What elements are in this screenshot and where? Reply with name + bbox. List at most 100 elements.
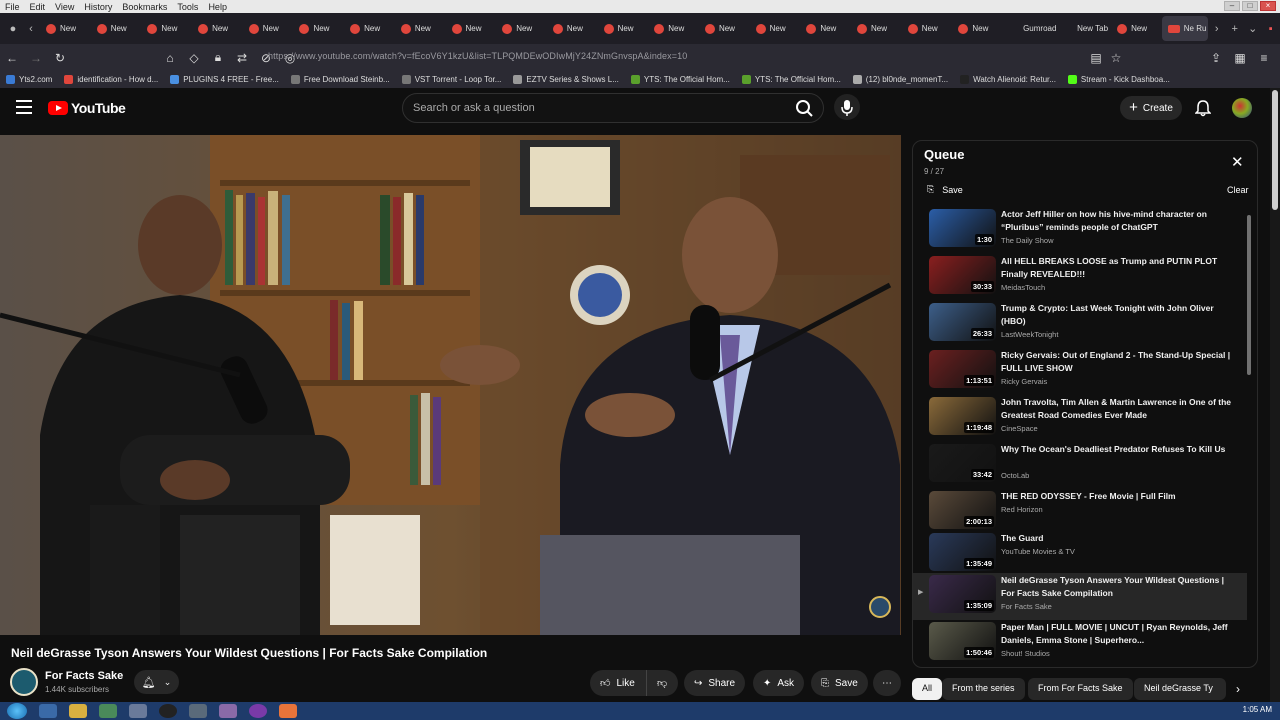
filter-chip[interactable]: All xyxy=(912,678,943,700)
reload-icon[interactable]: ↻ xyxy=(48,51,72,65)
queue-item-title[interactable]: Trump & Crypto: Last Week Tonight with J… xyxy=(1001,302,1235,327)
queue-item[interactable]: 1:35:49 The Guard YouTube Movies & TV xyxy=(913,531,1247,578)
bookmark-item[interactable]: Stream - Kick Dashboa... xyxy=(1067,75,1170,84)
tab[interactable]: New xyxy=(192,16,243,41)
queue-item-thumbnail[interactable]: 1:13:51 xyxy=(929,350,996,388)
bookmark-item[interactable]: Free Download Steinb... xyxy=(290,75,390,84)
voice-search-button[interactable] xyxy=(834,94,860,120)
taskbar-firefox-icon[interactable] xyxy=(279,704,297,718)
queue-item-thumbnail[interactable]: 2:00:13 xyxy=(929,491,996,529)
queue-item[interactable]: 1:19:48 John Travolta, Tim Allen & Martin… xyxy=(913,395,1247,442)
bookmark-item[interactable]: (12) bl0nde_momenT... xyxy=(852,75,948,84)
more-actions-button[interactable]: ⋯ xyxy=(873,670,901,696)
queue-item-thumbnail[interactable]: 1:19:48 xyxy=(929,397,996,435)
queue-item-thumbnail[interactable]: 1:50:46 xyxy=(929,622,996,660)
queue-item-thumbnail[interactable]: 26:33 xyxy=(929,303,996,341)
queue-item-title[interactable]: Paper Man | FULL MOVIE | UNCUT | Ryan Re… xyxy=(1001,621,1235,646)
bookmark-item[interactable]: Watch Alienoid: Retur... xyxy=(960,75,1056,84)
taskbar-app4-icon[interactable] xyxy=(249,704,267,718)
menu-file[interactable]: File xyxy=(0,2,25,12)
menu-help[interactable]: Help xyxy=(203,2,232,12)
dislike-button[interactable]: 👎︎ xyxy=(646,670,678,696)
queue-item[interactable]: 30:33 All HELL BREAKS LOOSE as Trump and … xyxy=(913,254,1247,301)
tab[interactable]: New xyxy=(952,16,1003,41)
app-menu-icon[interactable]: ≡ xyxy=(1252,51,1276,65)
queue-item[interactable]: 2:00:13 THE RED ODYSSEY - Free Movie | Fu… xyxy=(913,489,1247,536)
start-button[interactable] xyxy=(7,703,27,719)
queue-item-thumbnail[interactable]: 1:30 xyxy=(929,209,996,247)
extension-icon[interactable]: ▪ xyxy=(1262,23,1280,35)
minimize-button[interactable]: – xyxy=(1224,1,1240,11)
queue-item-title[interactable]: Actor Jeff Hiller on how his hive-mind c… xyxy=(1001,208,1235,233)
menu-view[interactable]: View xyxy=(50,2,79,12)
extension-button-icon[interactable]: ▦ xyxy=(1228,51,1252,65)
tab[interactable]: Gumroad xyxy=(1003,16,1057,41)
bookmark-item[interactable]: YTS: The Official Hom... xyxy=(741,75,841,84)
queue-item-title[interactable]: All HELL BREAKS LOOSE as Trump and PUTIN… xyxy=(1001,255,1235,280)
youtube-logo[interactable]: YouTube xyxy=(48,100,126,116)
share-button[interactable]: ↪ Share xyxy=(684,670,746,696)
taskbar-tool-icon[interactable] xyxy=(189,704,207,718)
tab[interactable]: New xyxy=(243,16,294,41)
taskbar-media-icon[interactable] xyxy=(159,704,177,718)
queue-item-thumbnail[interactable]: 1:35:09 xyxy=(929,575,996,613)
taskbar-explorer-icon[interactable] xyxy=(69,704,87,718)
back-icon[interactable]: ← xyxy=(0,51,24,65)
subscription-bell-button[interactable]: 🔔︎ ⌄ xyxy=(134,670,179,694)
tab[interactable]: New xyxy=(293,16,344,41)
queue-item-title[interactable]: The Guard xyxy=(1001,532,1235,545)
queue-scrollbar[interactable] xyxy=(1247,215,1251,375)
queue-item-thumbnail[interactable]: 30:33 xyxy=(929,256,996,294)
channel-avatar[interactable] xyxy=(10,668,38,696)
tab[interactable]: New xyxy=(1111,16,1162,41)
close-window-button[interactable]: × xyxy=(1260,1,1276,11)
bookmark-item[interactable]: EZTV Series & Shows L... xyxy=(513,75,619,84)
filter-chip[interactable]: From the series xyxy=(942,678,1025,700)
account-avatar[interactable] xyxy=(1232,98,1252,118)
video-player[interactable] xyxy=(0,135,901,635)
bookmark-item[interactable]: Yts2.com xyxy=(6,75,52,84)
url-bar[interactable]: https://www.youtube.com/watch?v=fEcoV6Y1… xyxy=(268,51,687,61)
filter-chip[interactable]: From For Facts Sake xyxy=(1028,678,1133,700)
taskbar-ie-icon[interactable] xyxy=(39,704,57,718)
tab[interactable]: New xyxy=(800,16,851,41)
menu-bookmarks[interactable]: Bookmarks xyxy=(117,2,172,12)
home-icon[interactable]: ⌂ xyxy=(158,51,182,65)
bookmark-item[interactable]: identification - How d... xyxy=(64,75,158,84)
queue-item-title[interactable]: John Travolta, Tim Allen & Martin Lawren… xyxy=(1001,396,1235,421)
pocket-icon[interactable]: ⇪ xyxy=(1204,51,1228,65)
tab[interactable]: New xyxy=(902,16,953,41)
tracking-shield-icon[interactable]: ◇ xyxy=(182,51,206,65)
tab[interactable]: New xyxy=(496,16,547,41)
tab-scroll-left-icon[interactable]: ‹ xyxy=(22,23,40,35)
tab[interactable]: New xyxy=(648,16,699,41)
queue-item-title[interactable]: Ricky Gervais: Out of England 2 - The St… xyxy=(1001,349,1235,374)
queue-item-title[interactable]: THE RED ODYSSEY - Free Movie | Full Film xyxy=(1001,490,1235,503)
page-scrollbar-thumb[interactable] xyxy=(1272,90,1278,210)
channel-name[interactable]: For Facts Sake xyxy=(45,670,123,682)
permissions-icon[interactable]: ⇄ xyxy=(230,51,254,65)
tab[interactable]: New xyxy=(344,16,395,41)
bookmark-item[interactable]: YTS: The Official Hom... xyxy=(630,75,730,84)
maximize-button[interactable]: □ xyxy=(1242,1,1258,11)
chips-next-icon[interactable]: › xyxy=(1236,682,1240,696)
queue-item[interactable]: 1:50:46 Paper Man | FULL MOVIE | UNCUT | … xyxy=(913,620,1247,667)
menu-history[interactable]: History xyxy=(79,2,117,12)
bookmark-star-icon[interactable]: ☆ xyxy=(1104,51,1128,65)
taskbar-app3-icon[interactable] xyxy=(219,704,237,718)
tab[interactable]: New xyxy=(598,16,649,41)
taskbar-app-icon[interactable] xyxy=(99,704,117,718)
search-input[interactable]: Search or ask a question xyxy=(402,93,824,123)
notifications-bell-icon[interactable] xyxy=(1195,99,1211,117)
hamburger-menu-icon[interactable] xyxy=(16,100,32,114)
save-button[interactable]: ⎘ Save xyxy=(811,670,868,696)
tab[interactable]: New xyxy=(851,16,902,41)
tab[interactable]: New Tab xyxy=(1057,16,1111,41)
tab[interactable]: New xyxy=(40,16,91,41)
queue-item[interactable]: ▶ 1:35:09 Neil deGrasse Tyson Answers Your… xyxy=(913,573,1247,620)
queue-item-title[interactable]: Neil deGrasse Tyson Answers Your Wildest… xyxy=(1001,574,1235,599)
tab[interactable]: New xyxy=(446,16,497,41)
tab[interactable]: New xyxy=(699,16,750,41)
bookmark-item[interactable]: PLUGINS 4 FREE - Free... xyxy=(170,75,279,84)
tab[interactable]: New xyxy=(750,16,801,41)
